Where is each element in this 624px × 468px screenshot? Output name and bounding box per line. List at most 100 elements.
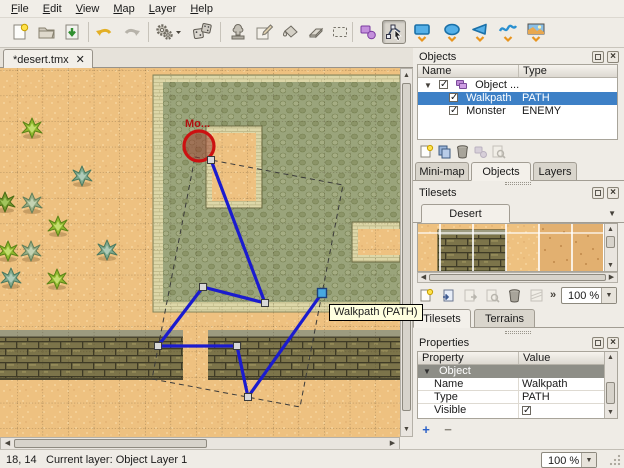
vertex-handle[interactable] xyxy=(262,300,269,307)
select-objects-button[interactable] xyxy=(356,20,380,44)
tileset-hscroll-thumb[interactable] xyxy=(429,274,606,281)
duplicate-objects-button[interactable] xyxy=(435,143,453,159)
insert-polyline-button[interactable] xyxy=(496,20,520,44)
checkbox-checked-icon[interactable] xyxy=(449,93,458,102)
remove-objects-button[interactable] xyxy=(453,143,471,159)
edit-terrain-button[interactable] xyxy=(527,287,545,303)
objects-panel-close-button[interactable] xyxy=(607,51,619,63)
open-map-button[interactable] xyxy=(34,20,58,44)
tab-layers[interactable]: Layers xyxy=(533,162,577,181)
import-tileset-button[interactable] xyxy=(439,287,457,303)
scroll-down-icon[interactable]: ▼ xyxy=(605,260,616,271)
properties-panel-close-button[interactable] xyxy=(607,337,619,349)
stamp-brush-button[interactable] xyxy=(226,20,250,44)
tileset-vscroll-thumb[interactable] xyxy=(606,236,615,248)
rect-select-button[interactable] xyxy=(328,20,352,44)
redo-button[interactable] xyxy=(120,20,144,44)
property-row-visible[interactable]: Visible xyxy=(418,404,604,419)
objects-tree[interactable]: Name Type ▼ Object ... Walkpath PATH Mon… xyxy=(417,64,618,140)
combo-dropdown-icon[interactable]: ▼ xyxy=(581,453,596,467)
toolbar-overflow-icon[interactable]: » xyxy=(550,289,556,301)
canvas-vscroll-thumb[interactable] xyxy=(402,83,411,411)
properties-group-object[interactable]: ▼ Object xyxy=(418,365,604,378)
scroll-right-icon[interactable]: ▶ xyxy=(606,272,617,283)
expander-icon[interactable]: ▼ xyxy=(423,365,431,378)
checkbox-checked-icon[interactable] xyxy=(449,106,458,115)
document-tab[interactable]: *desert.tmx✕ xyxy=(3,49,93,68)
vertex-handle[interactable] xyxy=(245,394,252,401)
tileset-vertical-scrollbar[interactable]: ▲ ▼ xyxy=(604,224,617,271)
raise-object-button[interactable] xyxy=(471,143,489,159)
properties-panel-float-button[interactable] xyxy=(592,337,604,349)
terrain-brush-button[interactable] xyxy=(252,20,276,44)
vertex-handle-selected[interactable] xyxy=(318,289,327,298)
tab-desert-tileset[interactable]: Desert xyxy=(421,204,510,223)
dock-splitter[interactable] xyxy=(505,182,531,185)
scroll-up-icon[interactable]: ▲ xyxy=(605,224,616,235)
menu-edit[interactable]: Edit xyxy=(36,1,69,17)
scroll-left-icon[interactable]: ◀ xyxy=(2,438,13,449)
insert-ellipse-button[interactable] xyxy=(440,20,464,44)
bucket-fill-button[interactable] xyxy=(278,20,302,44)
scroll-left-icon[interactable]: ◀ xyxy=(418,272,429,283)
save-map-button[interactable] xyxy=(60,20,84,44)
export-tileset-button[interactable] xyxy=(461,287,479,303)
edit-polygons-button[interactable] xyxy=(382,20,406,44)
property-row-name[interactable]: Name Walkpath xyxy=(418,378,604,391)
eraser-button[interactable] xyxy=(304,20,328,44)
menu-map[interactable]: Map xyxy=(106,1,141,17)
canvas-hscroll-thumb[interactable] xyxy=(14,439,207,448)
scroll-down-icon[interactable]: ▼ xyxy=(401,424,412,435)
menu-layer[interactable]: Layer xyxy=(142,1,184,17)
vertex-handle[interactable] xyxy=(155,343,162,350)
window-resize-grip[interactable] xyxy=(609,454,621,466)
scroll-up-icon[interactable]: ▲ xyxy=(401,70,412,81)
properties-vscroll-thumb[interactable] xyxy=(606,382,615,404)
tilesets-panel-close-button[interactable] xyxy=(607,187,619,199)
tab-close-icon[interactable]: ✕ xyxy=(76,54,85,66)
tab-objects[interactable]: Objects xyxy=(471,162,531,181)
tileset-horizontal-scrollbar[interactable]: ◀ ▶ xyxy=(417,272,618,283)
undo-button[interactable] xyxy=(92,20,116,44)
object-layer-row[interactable]: ▼ Object ... xyxy=(418,79,617,92)
properties-table[interactable]: Property Value ▼ Object Name Walkpath Ty… xyxy=(417,351,618,419)
scroll-down-icon[interactable]: ▼ xyxy=(605,407,616,418)
object-row-walkpath[interactable]: Walkpath PATH xyxy=(418,92,617,105)
scroll-up-icon[interactable]: ▲ xyxy=(605,352,616,363)
scroll-right-icon[interactable]: ▶ xyxy=(387,438,398,449)
tileset-view[interactable]: ▲ ▼ xyxy=(417,223,618,272)
checkbox-checked-icon[interactable] xyxy=(522,406,531,415)
new-tileset-button[interactable] xyxy=(417,287,435,303)
properties-vertical-scrollbar[interactable]: ▲ ▼ xyxy=(604,352,617,418)
remove-tileset-button[interactable] xyxy=(505,287,523,303)
vertex-handle[interactable] xyxy=(200,284,207,291)
combo-dropdown-icon[interactable]: ▼ xyxy=(601,288,616,303)
random-mode-button[interactable] xyxy=(190,20,214,44)
property-row-type[interactable]: Type PATH xyxy=(418,391,604,404)
tilesets-panel-float-button[interactable] xyxy=(592,187,604,199)
vertex-handle[interactable] xyxy=(208,157,215,164)
canvas-vertical-scrollbar[interactable]: ▲ ▼ xyxy=(400,68,413,437)
expander-icon[interactable]: ▼ xyxy=(424,79,432,92)
tileset-properties-button[interactable] xyxy=(483,287,501,303)
map-canvas[interactable]: Mo... xyxy=(0,68,400,437)
checkbox-checked-icon[interactable] xyxy=(439,80,448,89)
menu-file[interactable]: File xyxy=(4,1,36,17)
insert-rectangle-button[interactable] xyxy=(410,20,434,44)
new-object-button[interactable] xyxy=(417,143,435,159)
menu-view[interactable]: View xyxy=(69,1,107,17)
remove-property-button[interactable]: − xyxy=(441,422,455,436)
tileset-zoom-combo[interactable]: 100 % ▼ xyxy=(561,287,617,304)
insert-polygon-button[interactable] xyxy=(468,20,492,44)
tileset-list-dropdown-icon[interactable]: ▼ xyxy=(608,209,616,218)
vertex-handle[interactable] xyxy=(234,343,241,350)
insert-tile-object-button[interactable] xyxy=(524,20,548,44)
dock-splitter[interactable] xyxy=(505,331,531,334)
new-map-button[interactable] xyxy=(8,20,32,44)
objects-panel-float-button[interactable] xyxy=(592,51,604,63)
map-zoom-combo[interactable]: 100 % ▼ xyxy=(541,452,597,468)
execute-command-button[interactable] xyxy=(152,20,186,44)
menu-help[interactable]: Help xyxy=(183,1,220,17)
object-properties-button[interactable] xyxy=(489,143,507,159)
add-property-button[interactable]: + xyxy=(419,422,433,436)
